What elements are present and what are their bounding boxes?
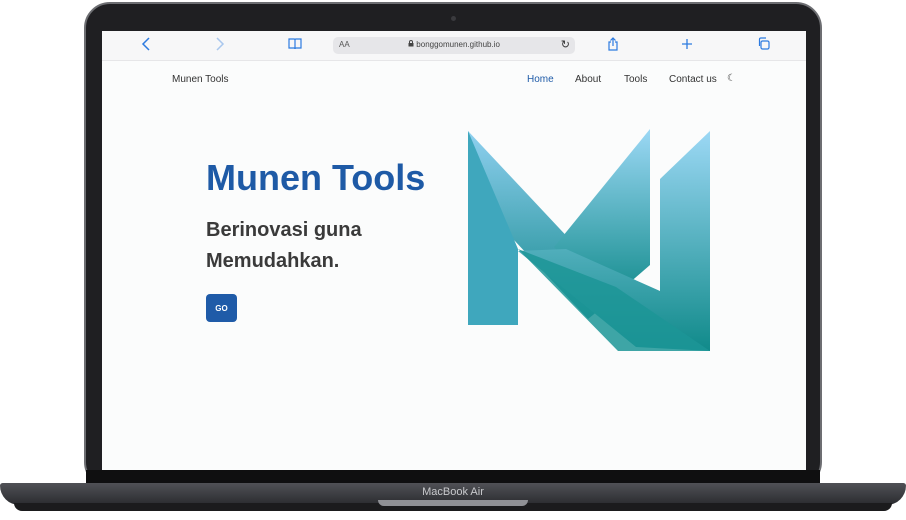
share-icon[interactable] xyxy=(603,37,623,54)
device-label: MacBook Air xyxy=(422,486,484,498)
browser-screen: AA bonggomunen.github.io ↻ Munen Tools H… xyxy=(102,31,806,470)
munen-logo xyxy=(468,129,710,351)
laptop-notch xyxy=(378,500,528,506)
go-button[interactable]: GO xyxy=(206,294,237,322)
chevron-right-icon[interactable] xyxy=(210,37,230,54)
reload-icon[interactable]: ↻ xyxy=(561,38,570,51)
book-icon[interactable] xyxy=(285,37,305,54)
nav-home[interactable]: Home xyxy=(527,74,554,85)
chevron-left-icon[interactable] xyxy=(136,37,156,54)
nav-contact[interactable]: Contact us xyxy=(669,74,717,85)
site-brand[interactable]: Munen Tools xyxy=(172,74,229,85)
hero-subtitle: Berinovasi guna Memudahkan. xyxy=(206,219,362,272)
plus-icon[interactable] xyxy=(677,37,697,54)
browser-toolbar: AA bonggomunen.github.io ↻ xyxy=(102,31,806,61)
nav-about[interactable]: About xyxy=(575,74,601,85)
lock-icon xyxy=(408,40,414,47)
camera xyxy=(451,16,456,21)
url-text: bonggomunen.github.io xyxy=(333,40,575,49)
theme-toggle-moon-icon[interactable]: ☾ xyxy=(727,73,736,84)
hero-title: Munen Tools xyxy=(206,157,426,198)
url-value: bonggomunen.github.io xyxy=(416,40,500,49)
tabs-icon[interactable] xyxy=(753,37,773,54)
nav-tools[interactable]: Tools xyxy=(624,74,647,85)
address-bar[interactable]: AA bonggomunen.github.io ↻ xyxy=(333,37,575,54)
